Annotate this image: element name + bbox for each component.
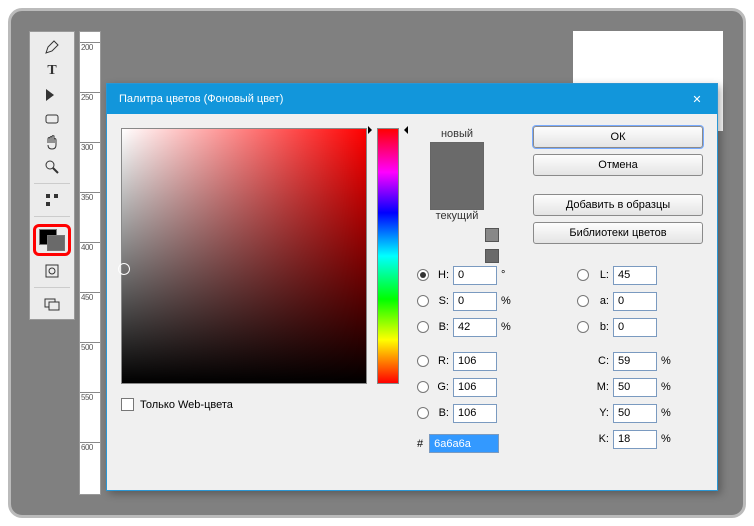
color-field[interactable]: [121, 128, 367, 384]
close-icon: ✕: [692, 93, 701, 106]
vertical-ruler: 200 250 300 350 400 450 500 550 600: [79, 31, 101, 495]
color-picker-dialog: Палитра цветов (Фоновый цвет) ✕ новый те…: [106, 83, 718, 491]
current-label: текущий: [413, 210, 501, 222]
color-cursor-icon: [118, 263, 130, 275]
lab-b-input[interactable]: [613, 318, 657, 337]
color-inputs: H:° L: S:% a: B:% b: R: C:% G: M:%: [417, 262, 703, 452]
preview-box: [430, 142, 484, 210]
screenmode-tool[interactable]: [34, 293, 70, 315]
r-input[interactable]: [453, 352, 497, 371]
a-radio[interactable]: [577, 295, 589, 307]
shape-tool[interactable]: [34, 108, 70, 130]
r-radio[interactable]: [417, 355, 429, 367]
s-input[interactable]: [453, 292, 497, 311]
close-button[interactable]: ✕: [677, 84, 717, 114]
nearest-color-icon[interactable]: [485, 249, 499, 263]
hue-slider[interactable]: [377, 128, 399, 384]
cancel-button[interactable]: Отмена: [533, 154, 703, 176]
g-input[interactable]: [453, 378, 497, 397]
zoom-tool[interactable]: [34, 156, 70, 178]
rgb-b-input[interactable]: [453, 404, 497, 423]
hex-input[interactable]: [429, 434, 499, 453]
webonly-label: Только Web-цвета: [140, 399, 233, 411]
hand-tool[interactable]: [34, 132, 70, 154]
cube-icon[interactable]: [485, 228, 499, 242]
tools-panel: T: [29, 31, 75, 320]
color-libs-button[interactable]: Библиотеки цветов: [533, 222, 703, 244]
current-color-swatch[interactable]: [431, 176, 483, 209]
add-swatch-button[interactable]: Добавить в образцы: [533, 194, 703, 216]
lab-b-radio[interactable]: [577, 321, 589, 333]
hex-label: #: [417, 438, 423, 450]
dialog-titlebar[interactable]: Палитра цветов (Фоновый цвет) ✕: [107, 84, 717, 114]
c-input[interactable]: [613, 352, 657, 371]
hue-indicator-icon: [372, 126, 404, 132]
new-color-swatch[interactable]: [431, 143, 483, 176]
b-input[interactable]: [453, 318, 497, 337]
background-color[interactable]: [47, 235, 65, 251]
quickmask-tool[interactable]: [34, 260, 70, 282]
l-input[interactable]: [613, 266, 657, 285]
ok-button[interactable]: ОК: [533, 126, 703, 148]
rgb-b-radio[interactable]: [417, 407, 429, 419]
type-tool[interactable]: T: [34, 60, 70, 82]
y-input[interactable]: [613, 404, 657, 423]
h-input[interactable]: [453, 266, 497, 285]
dialog-title: Палитра цветов (Фоновый цвет): [119, 93, 677, 105]
path-tool[interactable]: [34, 84, 70, 106]
k-input[interactable]: [613, 430, 657, 449]
l-radio[interactable]: [577, 269, 589, 281]
s-radio[interactable]: [417, 295, 429, 307]
h-radio[interactable]: [417, 269, 429, 281]
webonly-checkbox[interactable]: [121, 398, 134, 411]
a-input[interactable]: [613, 292, 657, 311]
edit-toolbar-icon[interactable]: [34, 189, 70, 211]
color-preview: новый текущий: [413, 128, 501, 268]
color-swatch-tool[interactable]: [33, 224, 71, 256]
m-input[interactable]: [613, 378, 657, 397]
new-label: новый: [413, 128, 501, 140]
pen-tool[interactable]: [34, 36, 70, 58]
b-radio[interactable]: [417, 321, 429, 333]
g-radio[interactable]: [417, 381, 429, 393]
